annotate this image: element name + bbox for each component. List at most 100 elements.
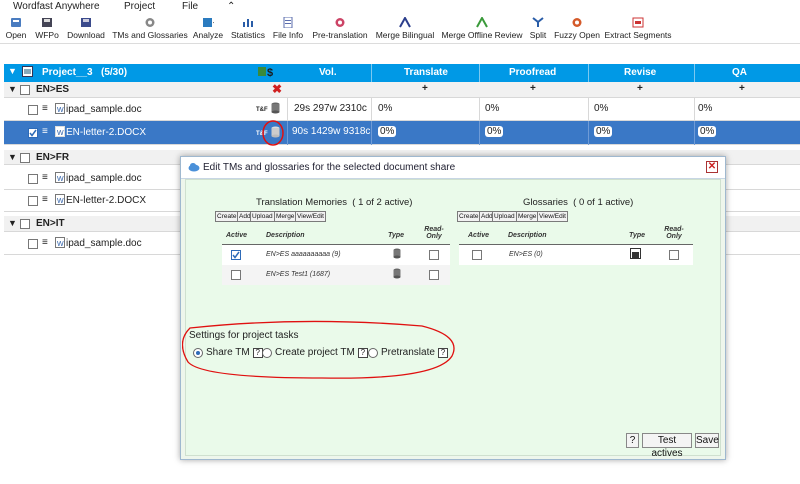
divider — [588, 121, 589, 145]
fuzzy-open-button[interactable]: Fuzzy Open — [554, 14, 600, 44]
analyze-button[interactable]: Analyze — [193, 14, 223, 44]
file-info-icon — [282, 17, 294, 28]
close-dialog-button[interactable]: ✕ — [706, 161, 718, 173]
group-label: EN>FR — [36, 152, 70, 163]
merge-offline-review-button[interactable]: Merge Offline Review — [441, 14, 523, 44]
project-name[interactable]: Project__3 — [42, 67, 93, 78]
tms-glossaries-button[interactable]: TMs and Glossaries — [112, 14, 188, 44]
translate-progress[interactable]: 0% — [378, 103, 392, 114]
pretranslation-button[interactable]: Pre-translation — [311, 14, 369, 44]
file-checkbox[interactable] — [28, 174, 38, 184]
tm-col-description: Description — [266, 232, 305, 239]
project-menu[interactable]: Project — [124, 1, 155, 12]
file-row-selected[interactable]: ≡ W EN-letter-2.DOCX T&F 90s 1429w 9318c… — [4, 120, 800, 146]
translate-progress[interactable]: 0% — [378, 126, 397, 137]
revise-progress[interactable]: 0% — [594, 126, 613, 137]
add-translate-button[interactable]: + — [422, 83, 428, 94]
merge-bilingual-icon — [399, 17, 411, 28]
file-row[interactable]: ≡ W ipad_sample.doc T&F 29s 297w 2310c 0… — [4, 98, 800, 121]
tm-active-checkbox[interactable] — [231, 250, 241, 260]
menu-lines-icon[interactable]: ≡ — [42, 237, 48, 248]
svg-text:W: W — [57, 241, 64, 248]
money-icon[interactable]: $ — [258, 65, 274, 81]
revise-progress[interactable]: 0% — [594, 103, 608, 114]
test-actives-button[interactable]: Test actives — [642, 433, 692, 459]
split-button[interactable]: Split — [528, 14, 548, 44]
file-volume: 29s 297w 2310c — [294, 103, 367, 114]
group-checkbox[interactable] — [20, 153, 30, 163]
glossary-section-title: Glossaries ( 0 of 1 active) — [523, 197, 634, 208]
wfpo-button[interactable]: WFPo — [35, 14, 59, 44]
qa-progress[interactable]: 0% — [698, 103, 712, 114]
file-menu[interactable]: File — [182, 1, 198, 12]
proofread-progress[interactable]: 0% — [485, 126, 504, 137]
file-name[interactable]: EN-letter-2.DOCX — [66, 127, 146, 138]
add-proofread-button[interactable]: + — [530, 83, 536, 94]
tf-tag: T&F — [256, 107, 268, 113]
fuzzy-open-icon — [571, 17, 583, 28]
svg-text:W: W — [57, 198, 64, 205]
expand-icon[interactable]: ▼ — [8, 218, 17, 228]
group-checkbox[interactable] — [20, 85, 30, 95]
file-checkbox[interactable] — [28, 196, 38, 206]
annotation-circle — [262, 120, 284, 146]
tm-description: EN>ES Test1 (1687) — [266, 271, 331, 278]
tm-viewedit-button[interactable]: View/Edit — [295, 211, 326, 222]
glossary-readonly-checkbox[interactable] — [669, 250, 679, 260]
file-info-button[interactable]: File Info — [272, 14, 304, 44]
download-button[interactable]: Download — [66, 14, 106, 44]
tm-active-checkbox[interactable] — [231, 270, 241, 280]
expand-icon[interactable]: ▼ — [8, 84, 17, 94]
tm-readonly-checkbox[interactable] — [429, 250, 439, 260]
help-button[interactable]: ? — [626, 433, 639, 448]
save-button[interactable]: Save — [695, 433, 719, 448]
proofread-progress[interactable]: 0% — [485, 103, 499, 114]
col-qa: QA — [732, 67, 747, 78]
add-revise-button[interactable]: + — [637, 83, 643, 94]
close-icon[interactable]: ✖ — [272, 82, 282, 96]
group-checkbox[interactable] — [20, 219, 30, 229]
glossary-merge-button[interactable]: Merge — [516, 211, 539, 222]
menu-lines-icon[interactable]: ≡ — [42, 103, 48, 114]
glossary-upload-button[interactable]: Upload — [492, 211, 517, 222]
merge-bilingual-button[interactable]: Merge Bilingual — [375, 14, 435, 44]
add-qa-button[interactable]: + — [739, 83, 745, 94]
file-name[interactable]: ipad_sample.doc — [66, 238, 142, 249]
open-button[interactable]: Open — [5, 14, 27, 44]
glossary-viewedit-button[interactable]: View/Edit — [537, 211, 568, 222]
extract-segments-button[interactable]: Extract Segments — [604, 14, 672, 44]
menu-lines-icon[interactable]: ≡ — [42, 194, 48, 205]
tm-create-button[interactable]: Create — [215, 211, 239, 222]
file-name[interactable]: ipad_sample.doc — [66, 104, 142, 115]
word-doc-icon: W — [55, 237, 65, 251]
tm-buttons: Create Add Upload Merge View/Edit — [215, 211, 335, 222]
col-translate: Translate — [404, 67, 448, 78]
tm-row[interactable]: EN>ES aaaaaaaaaa (9) — [222, 245, 450, 265]
tm-row[interactable]: EN>ES Test1 (1687) — [222, 265, 450, 285]
file-checkbox[interactable] — [28, 105, 38, 115]
divider — [588, 64, 589, 82]
chevron-up-icon[interactable]: ⌃ — [227, 1, 235, 12]
file-checkbox[interactable] — [28, 128, 38, 138]
col-proofread: Proofread — [509, 67, 557, 78]
glossary-create-button[interactable]: Create — [457, 211, 481, 222]
statistics-button[interactable]: Statistics — [231, 14, 265, 44]
file-name[interactable]: ipad_sample.doc — [66, 173, 142, 184]
edit-tms-dialog: Edit TMs and glossaries for the selected… — [180, 156, 726, 460]
tm-upload-button[interactable]: Upload — [250, 211, 275, 222]
menu-lines-icon[interactable]: ≡ — [42, 172, 48, 183]
file-name[interactable]: EN-letter-2.DOCX — [66, 195, 146, 206]
collapse-all-icon[interactable]: ▼ — [8, 66, 17, 76]
glossary-row[interactable]: EN>ES (0) — [459, 245, 693, 265]
tm-database-icon[interactable] — [271, 102, 280, 117]
svg-text:W: W — [57, 107, 64, 114]
tm-readonly-checkbox[interactable] — [429, 270, 439, 280]
expand-icon[interactable]: ▼ — [8, 152, 17, 162]
tm-merge-button[interactable]: Merge — [274, 211, 297, 222]
menu-lines-icon[interactable]: ≡ — [42, 126, 48, 137]
qa-progress[interactable]: 0% — [698, 126, 717, 137]
dialog-title: Edit TMs and glossaries for the selected… — [203, 162, 456, 173]
tm-section-title: Translation Memories ( 1 of 2 active) — [256, 197, 413, 208]
glossary-active-checkbox[interactable] — [472, 250, 482, 260]
file-checkbox[interactable] — [28, 239, 38, 249]
